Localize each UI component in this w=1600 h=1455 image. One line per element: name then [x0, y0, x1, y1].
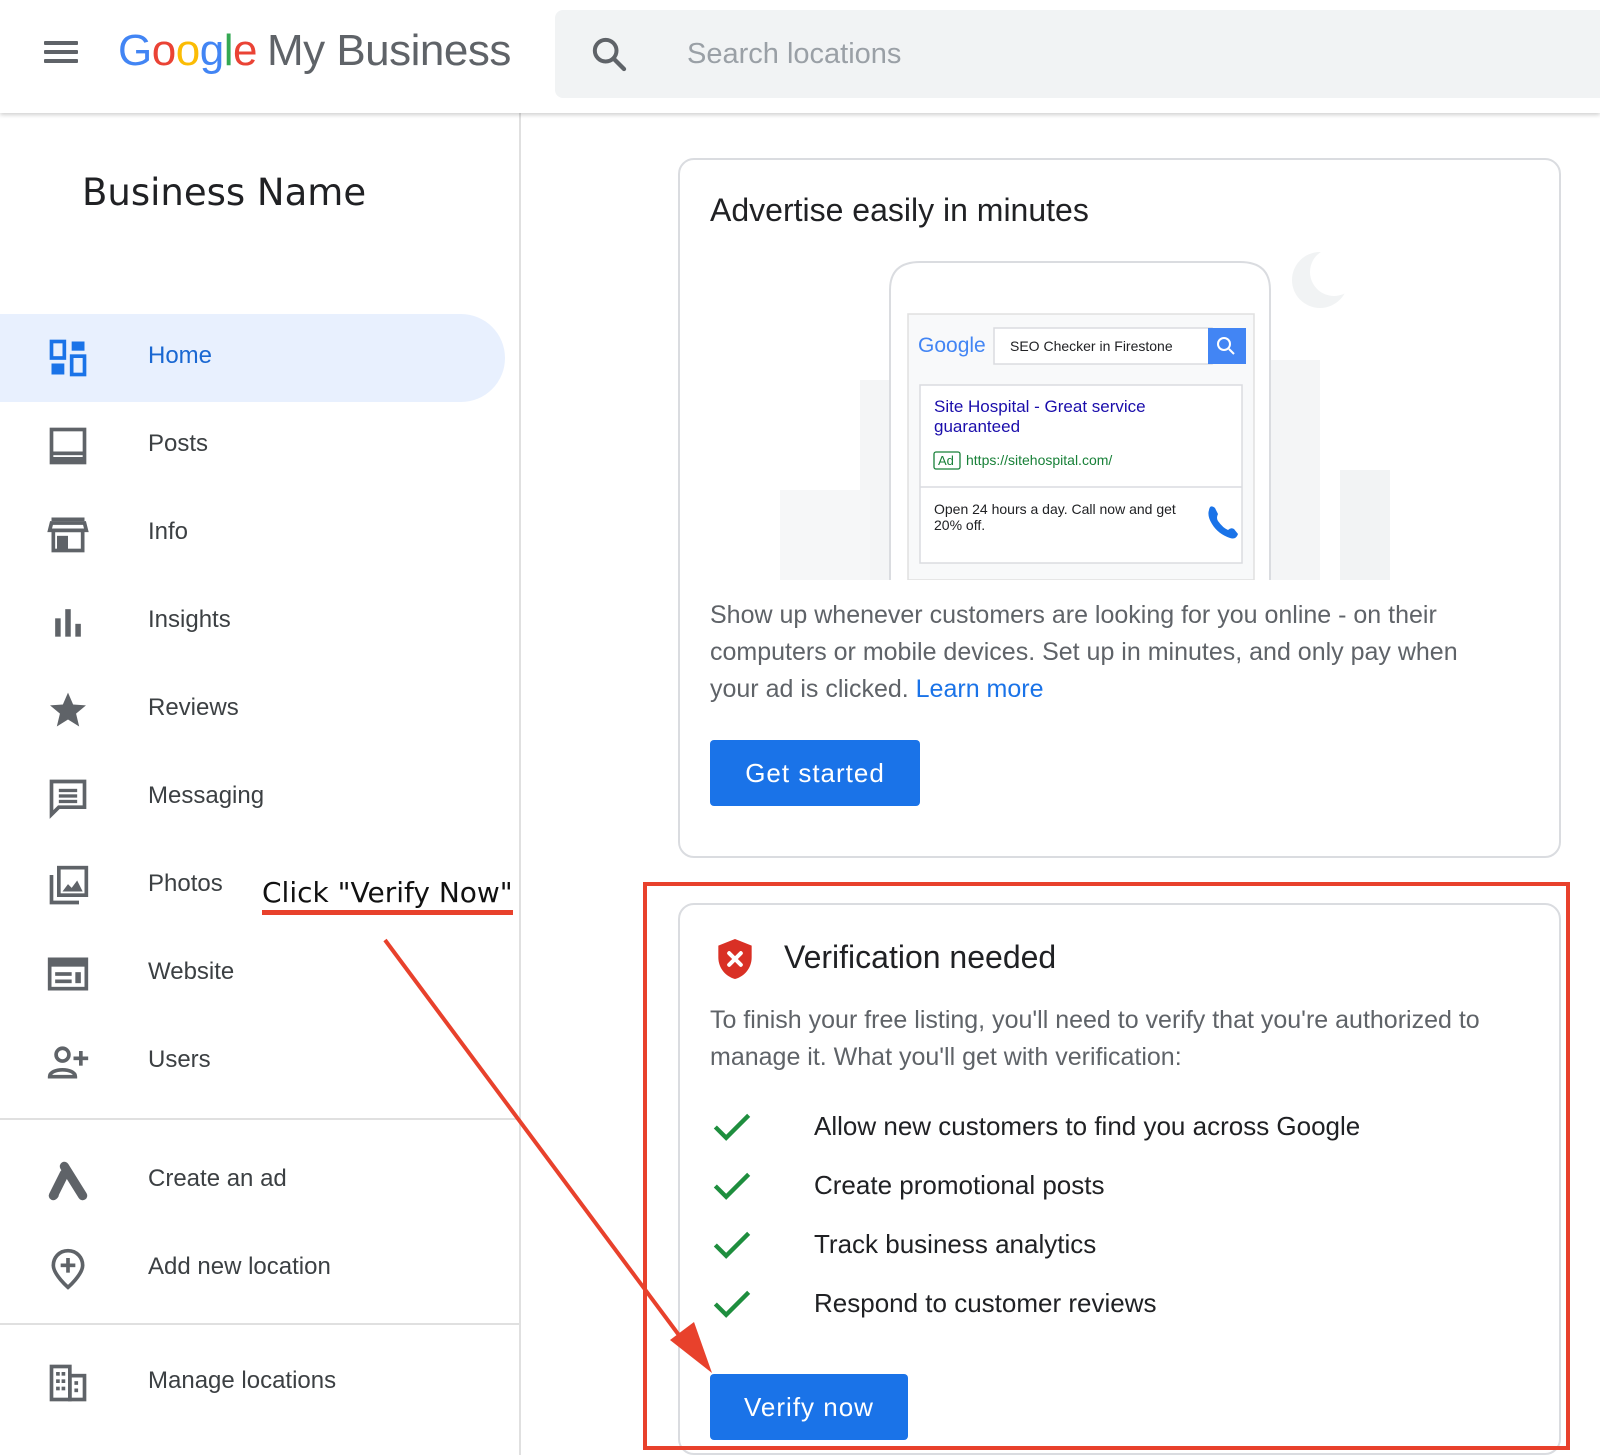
benefit-text: Create promotional posts	[814, 1170, 1105, 1200]
advertise-card-title: Advertise easily in minutes	[710, 192, 1089, 228]
illus-ad-title: Site Hospital - Great service	[934, 397, 1146, 416]
check-icon	[713, 1231, 751, 1259]
verification-card-description: To finish your free listing, you'll need…	[710, 1006, 1480, 1071]
sidebar-item-label: Create an ad	[148, 1165, 287, 1192]
illus-ad-title: guaranteed	[934, 417, 1020, 436]
storefront-icon	[47, 517, 89, 553]
star-icon	[50, 692, 86, 727]
ad-preview-illustration: Google SEO Checker in Firestone Site Hos…	[780, 250, 1390, 580]
web-icon	[47, 957, 89, 991]
verify-now-button[interactable]: Verify now	[710, 1374, 908, 1440]
google-ads-icon	[48, 1161, 88, 1201]
check-icon	[713, 1172, 751, 1200]
search-input[interactable]	[687, 28, 1547, 80]
illus-ad-desc: Open 24 hours a day. Call now and get	[934, 501, 1176, 517]
add-location-icon	[51, 1248, 85, 1290]
search-bar[interactable]	[555, 10, 1600, 98]
benefit-text: Allow new customers to find you across G…	[814, 1111, 1361, 1141]
learn-more-link[interactable]: Learn more	[916, 675, 1044, 703]
sidebar-item-label: Home	[148, 342, 213, 369]
sidebar-item-website[interactable]: Website	[0, 930, 505, 1018]
top-app-bar: Google My Business	[0, 0, 1600, 113]
illus-ad-url: https://sitehospital.com/	[966, 452, 1112, 468]
sidebar-item-add-location[interactable]: Add new location	[0, 1225, 505, 1313]
illus-building	[1340, 470, 1390, 580]
annotation-instruction: Click "Verify Now"	[262, 876, 513, 909]
sidebar-item-reviews[interactable]: Reviews	[0, 666, 505, 754]
verification-card: Verification needed To finish your free …	[678, 903, 1561, 1455]
sidebar-item-label: Info	[148, 518, 189, 545]
sidebar-item-manage-locations[interactable]: Manage locations	[0, 1339, 505, 1427]
illus-ad-desc: 20% off.	[934, 517, 985, 533]
sidebar-nav: Business Name Home Posts Info Insights R…	[0, 113, 521, 1455]
sidebar-item-label: Posts	[148, 430, 209, 457]
sidebar-item-messaging[interactable]: Messaging	[0, 754, 505, 842]
sidebar-item-label: Users	[148, 1046, 211, 1073]
advertise-card: Advertise easily in minutes Google SEO C…	[678, 158, 1561, 858]
search-icon[interactable]	[589, 34, 629, 74]
sidebar-item-users[interactable]: Users	[0, 1018, 505, 1106]
illus-building	[780, 490, 870, 580]
benefit-item: Respond to customer reviews	[710, 1284, 1510, 1324]
sidebar-item-create-ad[interactable]: Create an ad	[0, 1137, 505, 1225]
check-icon	[713, 1113, 751, 1141]
sidebar-item-home[interactable]: Home	[0, 314, 505, 402]
building-icon	[49, 1364, 87, 1402]
hamburger-menu-icon[interactable]	[44, 36, 88, 72]
illus-moon-mask	[1310, 250, 1358, 296]
sidebar-divider	[0, 1118, 519, 1120]
get-started-button[interactable]: Get started	[710, 740, 920, 806]
illus-ad-badge-text: Ad	[938, 453, 954, 468]
benefit-text: Respond to customer reviews	[814, 1288, 1157, 1318]
logo-product-name: My Business	[266, 26, 511, 75]
sidebar-item-label: Insights	[148, 606, 231, 633]
sidebar-item-label: Manage locations	[148, 1367, 337, 1394]
shield-error-icon	[718, 939, 752, 979]
sidebar-item-label: Website	[148, 958, 235, 985]
advertise-card-description: Show up whenever customers are looking f…	[710, 601, 1458, 703]
sidebar-item-posts[interactable]: Posts	[0, 402, 505, 490]
annotation-underline	[262, 910, 513, 915]
sidebar-item-label: Add new location	[148, 1253, 331, 1280]
sidebar-item-insights[interactable]: Insights	[0, 578, 505, 666]
dashboard-icon	[49, 339, 87, 377]
benefit-item: Track business analytics	[710, 1225, 1510, 1265]
sidebar-divider	[0, 1323, 519, 1325]
sidebar-item-info[interactable]: Info	[0, 490, 505, 578]
sidebar-item-label: Reviews	[148, 694, 239, 721]
verification-card-title: Verification needed	[784, 939, 1057, 975]
photo-library-icon	[49, 865, 89, 905]
add-user-icon	[47, 1046, 89, 1079]
benefit-item: Allow new customers to find you across G…	[710, 1107, 1510, 1147]
bar-chart-icon	[55, 609, 81, 637]
check-icon	[713, 1290, 751, 1318]
benefit-text: Track business analytics	[814, 1229, 1097, 1259]
sidebar-item-label: Messaging	[148, 782, 265, 809]
business-name: Business Name	[82, 171, 367, 214]
illus-search-query: SEO Checker in Firestone	[1010, 338, 1173, 354]
illus-google-word: Google	[918, 334, 986, 357]
posts-icon	[49, 427, 87, 465]
google-my-business-logo[interactable]: Google My Business	[118, 26, 511, 76]
sidebar-item-label: Photos	[148, 870, 223, 897]
illus-search-button	[1208, 328, 1246, 364]
message-icon	[49, 779, 87, 819]
benefit-item: Create promotional posts	[710, 1166, 1510, 1206]
